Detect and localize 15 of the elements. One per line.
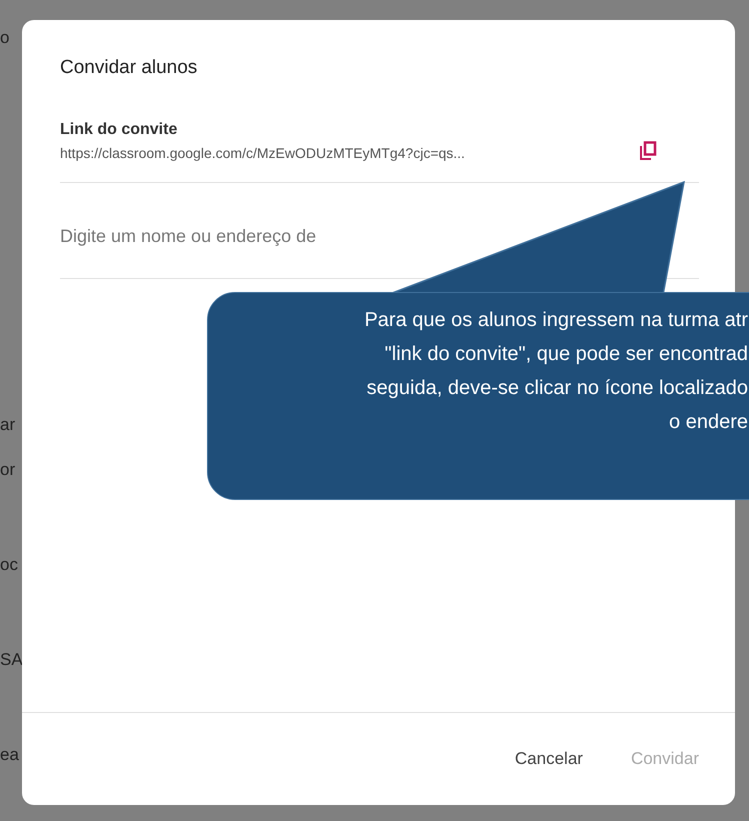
background-text: or	[0, 460, 16, 480]
copy-icon[interactable]	[639, 141, 657, 161]
background-text: SA	[0, 650, 23, 670]
callout-text: seguida, deve-se clicar no ícone localizado	[366, 376, 748, 401]
background-text: o	[0, 28, 10, 48]
link-label: Link do convite	[60, 120, 178, 140]
dialog-title: Convidar alunos	[60, 56, 198, 80]
background-text: ea	[0, 745, 19, 765]
callout-text: "link do convite", que pode ser encontrad	[384, 342, 748, 367]
invite-input[interactable]: Digite um nome ou endereço de	[60, 223, 699, 279]
cancel-button[interactable]: Cancelar	[504, 740, 593, 778]
background-text: oc	[0, 555, 18, 575]
callout-text: Para que os alunos ingressem na turma atr	[364, 308, 748, 333]
callout-text: o endere	[669, 410, 748, 435]
background-text: ar	[0, 415, 16, 435]
